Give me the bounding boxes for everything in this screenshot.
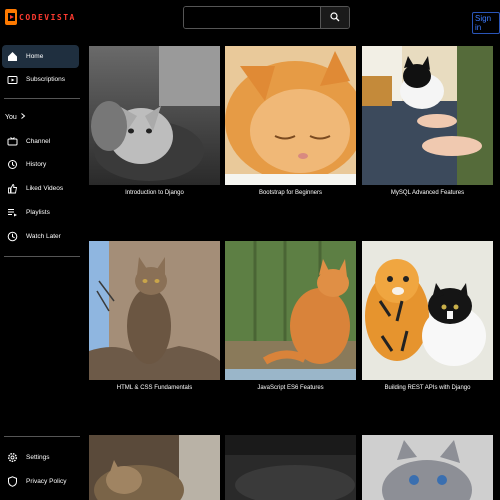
- sidebar-item-subscriptions[interactable]: Subscriptions: [2, 68, 79, 91]
- search-icon: [330, 10, 340, 25]
- search-bar: [183, 6, 350, 29]
- history-icon: [6, 158, 19, 171]
- gear-icon: [6, 451, 19, 464]
- video-thumbnail[interactable]: [225, 46, 356, 185]
- sidebar-item-label: Home: [26, 53, 44, 60]
- sidebar-item-label: History: [26, 161, 47, 168]
- sign-in-button[interactable]: Sign in: [472, 12, 500, 34]
- video-card[interactable]: [225, 435, 356, 500]
- video-thumbnail[interactable]: [362, 46, 493, 185]
- you-section-title[interactable]: You: [5, 113, 26, 121]
- sidebar-item-settings[interactable]: Settings: [2, 446, 79, 469]
- sidebar-item-watch-later[interactable]: Watch Later: [2, 225, 79, 248]
- sidebar: Home Subscriptions You Channel History L…: [0, 38, 84, 500]
- subscriptions-icon: [6, 73, 19, 86]
- video-title[interactable]: JavaScript ES6 Features: [225, 385, 356, 391]
- home-icon: [6, 50, 19, 63]
- video-title[interactable]: Introduction to Django: [89, 190, 220, 196]
- video-card[interactable]: JavaScript ES6 Features: [225, 241, 356, 391]
- sidebar-item-label: Privacy Policy: [26, 478, 67, 485]
- search-button[interactable]: [320, 7, 349, 28]
- clock-icon: [6, 230, 19, 243]
- video-thumbnail[interactable]: [89, 46, 220, 185]
- sidebar-item-label: Playlists: [26, 209, 50, 216]
- video-card[interactable]: [89, 435, 220, 500]
- sidebar-item-label: Channel: [26, 138, 51, 145]
- video-thumbnail[interactable]: [89, 241, 220, 380]
- chevron-right-icon: [20, 113, 26, 121]
- video-card[interactable]: HTML & CSS Fundamentals: [89, 241, 220, 391]
- sidebar-item-privacy-policy[interactable]: Privacy Policy: [2, 470, 79, 493]
- sidebar-item-label: Liked Videos: [26, 185, 64, 192]
- brand-name: CODEVISTA: [19, 12, 76, 22]
- video-title[interactable]: MySQL Advanced Features: [362, 190, 493, 196]
- video-title[interactable]: Bootstrap for Beginners: [225, 190, 356, 196]
- you-label: You: [5, 113, 17, 121]
- channel-icon: [6, 135, 19, 148]
- sidebar-divider: [4, 98, 80, 99]
- video-card[interactable]: Bootstrap for Beginners: [225, 46, 356, 196]
- video-title[interactable]: HTML & CSS Fundamentals: [89, 385, 220, 391]
- logo-icon: [5, 9, 17, 25]
- sidebar-item-playlists[interactable]: Playlists: [2, 201, 79, 224]
- video-thumbnail[interactable]: [362, 241, 493, 380]
- video-thumbnail[interactable]: [362, 435, 493, 500]
- video-card[interactable]: Introduction to Django: [89, 46, 220, 196]
- sidebar-divider: [4, 436, 80, 437]
- playlist-icon: [6, 206, 19, 219]
- video-thumbnail[interactable]: [89, 435, 220, 500]
- sidebar-item-label: Watch Later: [26, 233, 61, 240]
- shield-icon: [6, 475, 19, 488]
- sidebar-item-channel[interactable]: Channel: [2, 130, 79, 153]
- sidebar-item-liked-videos[interactable]: Liked Videos: [2, 177, 79, 200]
- sidebar-item-home[interactable]: Home: [2, 45, 79, 68]
- video-thumbnail[interactable]: [225, 241, 356, 380]
- video-card[interactable]: MySQL Advanced Features: [362, 46, 493, 196]
- video-title[interactable]: Building REST APIs with Django: [362, 385, 493, 391]
- thumbs-up-icon: [6, 182, 19, 195]
- sidebar-divider: [4, 256, 80, 257]
- video-card[interactable]: [362, 435, 493, 500]
- video-card[interactable]: Building REST APIs with Django: [362, 241, 493, 391]
- sidebar-item-label: Subscriptions: [26, 76, 66, 83]
- sidebar-item-label: Settings: [26, 454, 50, 461]
- logo[interactable]: CODEVISTA: [5, 9, 76, 25]
- video-thumbnail[interactable]: [225, 435, 356, 500]
- top-bar: CODEVISTA Sign in: [0, 0, 500, 38]
- sidebar-item-history[interactable]: History: [2, 153, 79, 176]
- search-input[interactable]: [184, 7, 320, 28]
